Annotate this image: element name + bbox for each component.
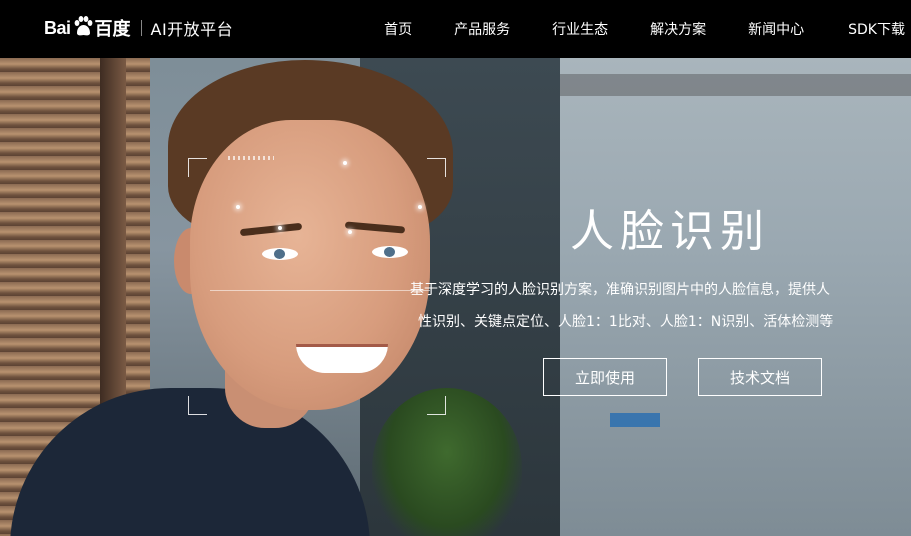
nav-sdk-download[interactable]: SDK下载 [848, 19, 905, 39]
nav-solutions[interactable]: 解决方案 [650, 19, 706, 39]
hero-banner: 人脸识别 基于深度学习的人脸识别方案，准确识别图片中的人脸信息，提供人 性识别、… [0, 58, 911, 536]
face-scan-line [210, 290, 430, 291]
background-plant [372, 388, 522, 536]
face-keypoint [343, 161, 347, 165]
nav-products[interactable]: 产品服务 [454, 19, 510, 39]
hero-description-line2: 性识别、关键点定位、人脸1：1比对、人脸1：N识别、活体检测等 [418, 314, 834, 330]
logo-divider [140, 20, 142, 36]
tech-docs-button[interactable]: 技术文档 [698, 358, 822, 396]
hero-title: 人脸识别 [570, 206, 770, 257]
background-sign [610, 413, 660, 427]
face-frame-corner-br [427, 396, 446, 415]
face-keypoint [278, 226, 282, 230]
nav-home[interactable]: 首页 [384, 19, 412, 39]
main-nav: 首页 产品服务 行业生态 解决方案 新闻中心 SDK下载 [384, 0, 911, 58]
face-frame-corner-tl [188, 158, 207, 177]
background-window-frame [520, 74, 911, 96]
logo-product-text: AI开放平台 [150, 20, 234, 39]
face-keypoint [236, 205, 240, 209]
baidu-paw-icon [72, 16, 94, 36]
person-left-eye [262, 248, 298, 260]
nav-industry[interactable]: 行业生态 [552, 19, 608, 39]
top-navbar: Bai 百度 AI开放平台 首页 产品服务 行业生态 解决方案 新闻中心 SDK… [0, 0, 911, 58]
face-frame-corner-bl [188, 396, 207, 415]
use-now-button[interactable]: 立即使用 [543, 358, 667, 396]
logo-bai-text: Bai [44, 17, 71, 38]
face-frame-corner-tr [427, 158, 446, 177]
person-smile [296, 344, 388, 373]
face-keypoint [348, 230, 352, 234]
logo-baidu-text: 百度 [94, 19, 131, 39]
face-frame-hatch [228, 156, 274, 160]
baidu-ai-logo[interactable]: Bai 百度 AI开放平台 [44, 13, 233, 43]
hero-description-line1: 基于深度学习的人脸识别方案，准确识别图片中的人脸信息，提供人 [410, 282, 830, 298]
person-right-eye [372, 246, 408, 258]
face-keypoint [418, 205, 422, 209]
nav-news[interactable]: 新闻中心 [748, 19, 804, 39]
